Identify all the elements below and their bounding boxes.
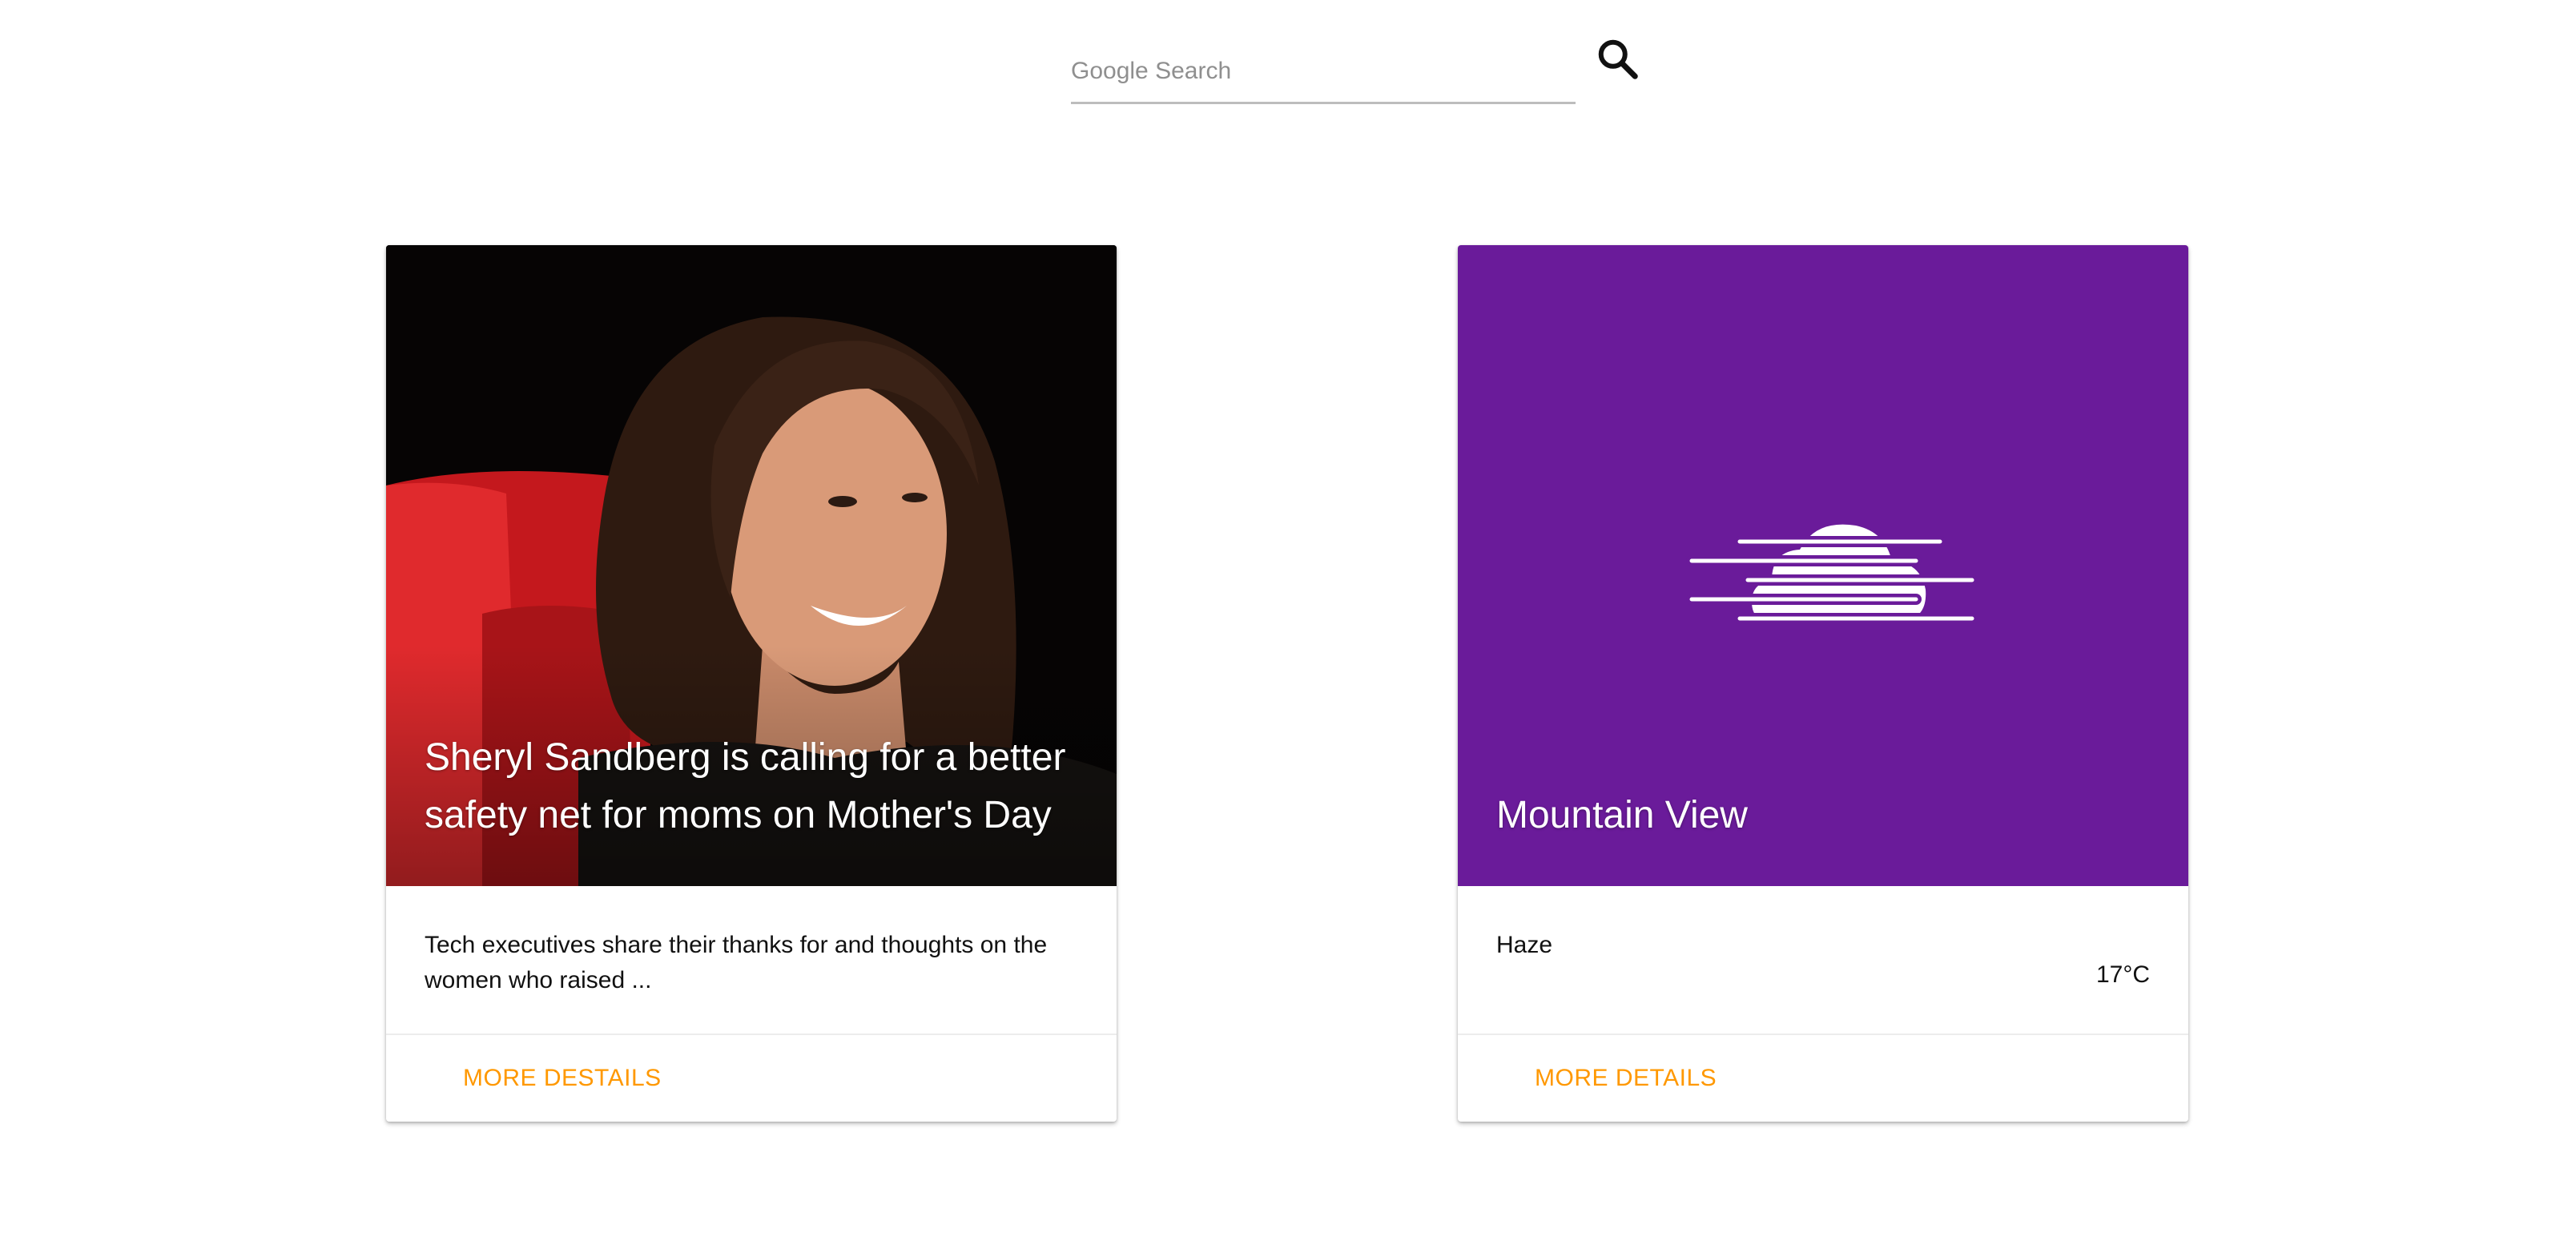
news-card: Sheryl Sandberg is calling for a better … (386, 245, 1117, 1122)
weather-card-actions: MORE DETAILS (1458, 1034, 2188, 1122)
weather-card-media: Mountain View (1458, 245, 2188, 886)
weather-more-details-button[interactable]: MORE DETAILS (1522, 1050, 1729, 1107)
news-more-details-button[interactable]: MORE DESTAILS (450, 1050, 674, 1107)
weather-temperature: 17°C (2095, 961, 2150, 988)
search-input[interactable] (1071, 40, 1576, 104)
page: Sheryl Sandberg is calling for a better … (0, 0, 2576, 1237)
weather-location: Mountain View (1496, 794, 1748, 836)
news-description: Tech executives share their thanks for a… (425, 932, 1048, 993)
news-card-media: Sheryl Sandberg is calling for a better … (386, 245, 1117, 886)
search-bar (1071, 40, 1576, 109)
search-icon[interactable] (1594, 35, 1642, 83)
weather-card: Mountain View Haze 17°C MORE DETAILS (1458, 245, 2188, 1122)
news-card-actions: MORE DESTAILS (386, 1034, 1117, 1122)
weather-card-body: Haze 17°C (1458, 886, 2188, 1034)
news-card-body: Tech executives share their thanks for a… (386, 886, 1117, 1034)
weather-condition: Haze (1496, 932, 1553, 958)
news-title: Sheryl Sandberg is calling for a better … (425, 736, 1066, 836)
haze-icon (1686, 524, 1978, 624)
